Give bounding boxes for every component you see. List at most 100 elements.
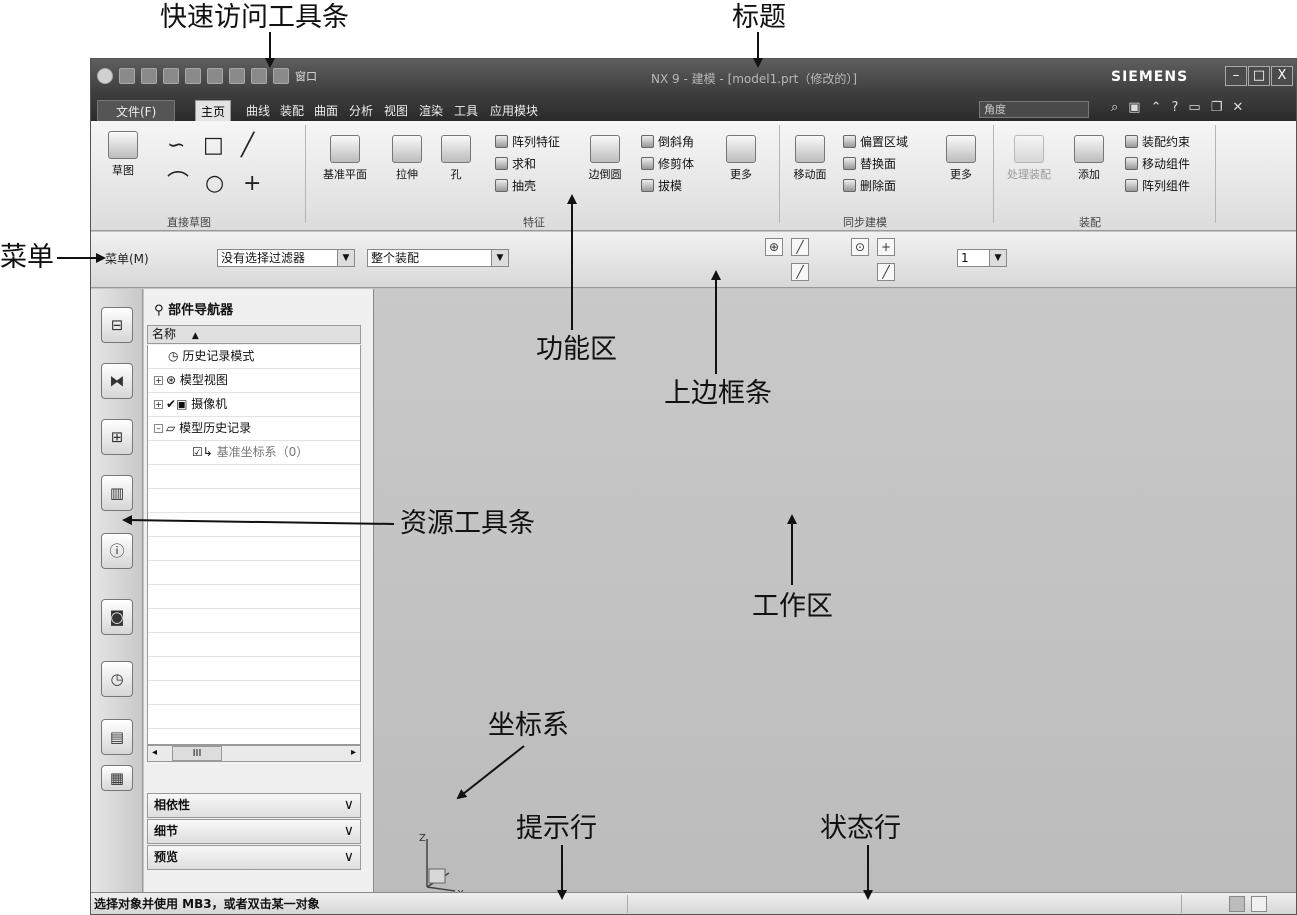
tree-item-cameras[interactable]: + ✔▣ 摄像机 <box>148 393 360 417</box>
move-component-button[interactable]: 移动组件 <box>1125 155 1190 172</box>
minimize-button[interactable]: – <box>1225 66 1247 86</box>
reuse-library-tab-icon[interactable]: ▥ <box>101 475 133 511</box>
sketch-button[interactable]: 草图 <box>103 131 143 178</box>
qat-window-label[interactable]: 窗口 <box>295 68 317 84</box>
replace-face-button[interactable]: 替换面 <box>843 155 896 172</box>
chevron-down-icon[interactable]: ∨ <box>344 820 354 843</box>
collapse-ribbon-icon[interactable]: ⌃ <box>1151 100 1162 115</box>
point-on-curve-icon[interactable]: ⊙ <box>851 238 869 256</box>
details-panel[interactable]: 细节 ∨ <box>147 819 361 844</box>
nx-logo-icon[interactable] <box>97 68 113 84</box>
assembly-constraint-button[interactable]: 装配约束 <box>1125 133 1190 150</box>
doc-close-icon[interactable]: ✕ <box>1232 100 1243 115</box>
add-component-button[interactable]: 添加 <box>1071 135 1107 182</box>
hole-button[interactable]: 孔 <box>439 135 473 182</box>
history-tab-icon[interactable]: ◷ <box>101 661 133 697</box>
end-point-icon[interactable]: ╱ <box>791 263 809 281</box>
tree-item-datum-csys[interactable]: ☑↳ 基准坐标系（0） <box>148 441 360 465</box>
extrude-button[interactable]: 拉伸 <box>387 135 427 182</box>
mid-point-icon[interactable]: ╱ <box>877 263 895 281</box>
maximize-button[interactable]: □ <box>1248 66 1270 86</box>
dependencies-panel[interactable]: 相依性 ∨ <box>147 793 361 818</box>
expand-icon[interactable]: + <box>154 376 163 385</box>
cut-icon[interactable] <box>185 68 201 84</box>
unite-button[interactable]: 求和 <box>495 155 536 172</box>
selection-filter-dropdown[interactable]: 没有选择过滤器 ▼ <box>217 249 355 267</box>
work-layer-input[interactable]: 1 ▼ <box>957 249 1007 267</box>
status-icon[interactable] <box>1229 896 1245 912</box>
part-navigator-tab-icon[interactable]: ⊞ <box>101 419 133 455</box>
command-search-input[interactable]: 角度 <box>979 101 1089 118</box>
repeat-command-icon[interactable] <box>251 68 267 84</box>
move-face-button[interactable]: 移动面 <box>787 135 833 182</box>
scroll-left-icon[interactable]: ◂ <box>152 747 157 758</box>
fit-view-icon[interactable]: ▣ <box>1128 100 1140 115</box>
tree-item-model-views[interactable]: + ⊛ 模型视图 <box>148 369 360 393</box>
tree-item-history-mode[interactable]: ◷ 历史记录模式 <box>148 345 360 369</box>
collapse-icon[interactable]: – <box>154 424 163 433</box>
tab-curve[interactable]: 曲线 <box>241 100 275 121</box>
checkbox-checked-icon[interactable]: ☑ <box>192 445 203 459</box>
tab-tools[interactable]: 工具 <box>449 100 483 121</box>
tab-home[interactable]: 主页 <box>195 100 232 121</box>
tab-file[interactable]: 文件(F) <box>97 100 176 121</box>
window-icon[interactable] <box>273 68 289 84</box>
general-select-icon[interactable]: ⊕ <box>765 238 783 256</box>
preview-panel[interactable]: 预览 ∨ <box>147 845 361 870</box>
tab-render[interactable]: 渲染 <box>414 100 448 121</box>
copy-icon[interactable] <box>207 68 223 84</box>
selection-scope-dropdown[interactable]: 整个装配 ▼ <box>367 249 509 267</box>
close-button[interactable]: X <box>1271 66 1293 86</box>
tab-view[interactable]: 视图 <box>379 100 413 121</box>
system-materials-tab-icon[interactable]: ▦ <box>101 765 133 791</box>
intersection-point-icon[interactable]: + <box>877 238 895 256</box>
circle-icon[interactable]: ○ <box>205 173 224 195</box>
search-icon[interactable]: ⌕ <box>1111 100 1118 115</box>
help-icon[interactable]: ? <box>1171 100 1178 115</box>
process-assembly-button[interactable]: 处理装配 <box>999 135 1059 182</box>
shell-button[interactable]: 抽壳 <box>495 177 536 194</box>
scroll-thumb[interactable]: III <box>172 746 222 761</box>
undo-icon[interactable] <box>141 68 157 84</box>
chevron-down-icon[interactable]: ∨ <box>344 794 354 817</box>
menu-button[interactable]: 菜单(M) <box>105 250 149 267</box>
assembly-navigator-tab-icon[interactable]: ⊟ <box>101 307 133 343</box>
pattern-feature-button[interactable]: 阵列特征 <box>495 133 560 150</box>
scroll-right-icon[interactable]: ▸ <box>351 747 356 758</box>
tab-analysis[interactable]: 分析 <box>344 100 378 121</box>
save-icon[interactable] <box>119 68 135 84</box>
expand-icon[interactable]: + <box>154 400 163 409</box>
status-window-icon[interactable] <box>1251 896 1267 912</box>
rectangle-icon[interactable]: □ <box>203 135 224 157</box>
graphics-work-area[interactable]: Z X <box>375 289 1296 899</box>
edge-blend-button[interactable]: 边倒圆 <box>581 135 629 182</box>
offset-region-button[interactable]: 偏置区域 <box>843 133 908 150</box>
web-browser-tab-icon[interactable]: ⓘ <box>101 533 133 569</box>
navigator-column-header[interactable]: 名称 ▲ <box>147 325 361 344</box>
history-palette-tab-icon[interactable]: ◙ <box>101 599 133 635</box>
studio-spline-icon[interactable]: ∽ <box>167 135 185 157</box>
chevron-down-icon[interactable]: ∨ <box>344 846 354 869</box>
pattern-component-button[interactable]: 阵列组件 <box>1125 177 1190 194</box>
arc-icon[interactable]: ⌒ <box>167 173 189 195</box>
point-icon[interactable]: + <box>243 173 261 195</box>
doc-minimize-icon[interactable]: ▭ <box>1188 100 1200 115</box>
tab-applications[interactable]: 应用模块 <box>485 100 543 121</box>
tab-assembly[interactable]: 装配 <box>275 100 309 121</box>
navigator-horizontal-scrollbar[interactable]: ◂ III ▸ <box>147 745 361 762</box>
delete-face-button[interactable]: 删除面 <box>843 177 896 194</box>
roles-tab-icon[interactable]: ▤ <box>101 719 133 755</box>
tangent-curve-icon[interactable]: ╱ <box>791 238 809 256</box>
tab-surface[interactable]: 曲面 <box>309 100 343 121</box>
paste-icon[interactable] <box>229 68 245 84</box>
doc-restore-icon[interactable]: ❐ <box>1211 100 1223 115</box>
trim-body-button[interactable]: 修剪体 <box>641 155 694 172</box>
tree-item-model-history[interactable]: – ▱ 模型历史记录 <box>148 417 360 441</box>
line-icon[interactable]: ╱ <box>241 135 254 157</box>
redo-icon[interactable] <box>163 68 179 84</box>
constraint-navigator-tab-icon[interactable]: ⧓ <box>101 363 133 399</box>
draft-button[interactable]: 拔模 <box>641 177 682 194</box>
pin-icon[interactable]: ⚲ <box>154 303 164 318</box>
sync-more-button[interactable]: 更多 <box>943 135 979 182</box>
chamfer-button[interactable]: 倒斜角 <box>641 133 694 150</box>
